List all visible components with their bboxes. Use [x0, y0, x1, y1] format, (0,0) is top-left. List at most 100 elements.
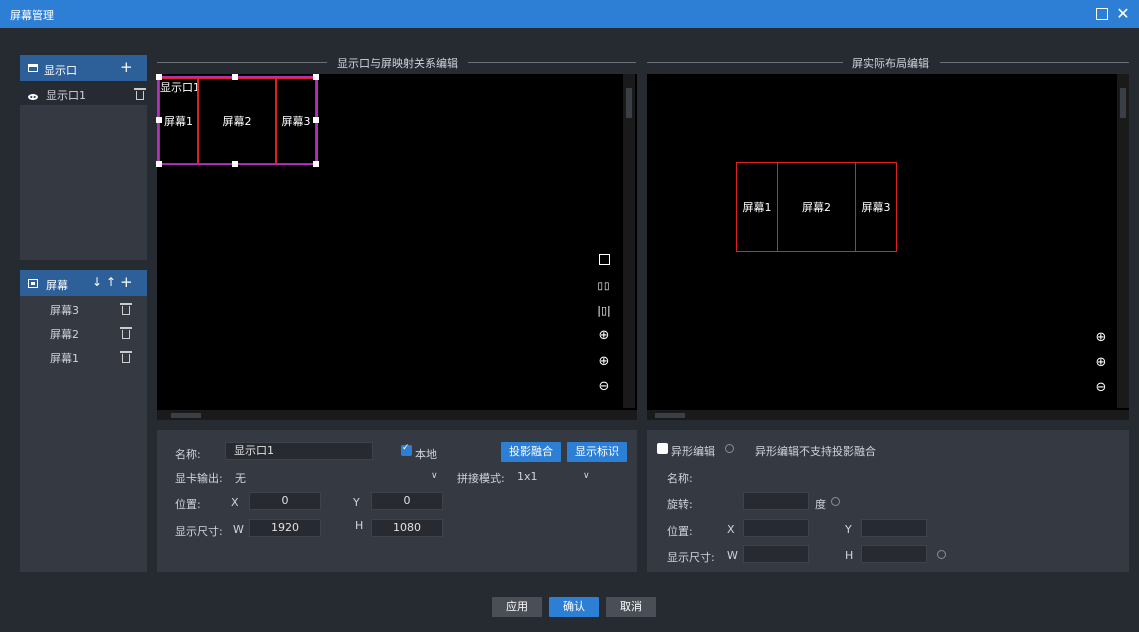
screen-icon [28, 279, 38, 288]
maximize-icon[interactable] [1092, 4, 1112, 24]
width-input[interactable] [743, 545, 809, 563]
x-input[interactable] [743, 519, 809, 537]
divider [647, 62, 843, 63]
display-window-header-label: 显示口 [44, 64, 77, 77]
x-input[interactable]: 0 [249, 492, 321, 510]
center-target-icon[interactable]: ⊕ [596, 328, 612, 344]
y-input[interactable] [861, 519, 927, 537]
resize-handle[interactable] [232, 161, 238, 167]
resize-handle[interactable] [313, 161, 319, 167]
resize-handle[interactable] [232, 74, 238, 80]
rotate-input[interactable] [743, 492, 809, 510]
cancel-button[interactable]: 取消 [606, 597, 656, 617]
two-split-icon[interactable]: ▯▯ [596, 279, 612, 295]
single-window-icon[interactable] [596, 254, 612, 270]
degree-label: 度 [815, 498, 826, 511]
chevron-down-icon[interactable]: ∨ [431, 471, 438, 481]
gpu-output-select[interactable]: 无 [235, 470, 246, 486]
screen-item-label: 屏幕2 [50, 328, 79, 341]
layout-canvas[interactable]: 屏幕1 屏幕2 屏幕3 ⊕ ⊕ ⊖ [647, 74, 1129, 420]
splice-mode-label: 拼接模式: [457, 472, 505, 485]
refresh-icon[interactable] [831, 497, 840, 506]
width-input[interactable]: 1920 [249, 519, 321, 537]
move-up-icon[interactable]: ↑ [106, 275, 116, 289]
add-screen-icon[interactable]: + [120, 273, 133, 291]
size-label: 显示尺寸: [175, 525, 223, 538]
trash-icon[interactable] [120, 303, 132, 315]
screen-label: 屏幕2 [802, 201, 831, 214]
w-label: W [727, 549, 738, 562]
screen-label: 屏幕2 [222, 115, 252, 128]
center-target-icon[interactable]: ⊕ [1093, 330, 1109, 346]
y-label: Y [353, 496, 360, 509]
splice-mode-select[interactable]: 1x1 [517, 470, 538, 483]
screen-block[interactable]: 屏幕2 [777, 162, 856, 252]
height-input[interactable]: 1080 [371, 519, 443, 537]
apply-button[interactable]: 应用 [492, 597, 542, 617]
resize-handle[interactable] [313, 74, 319, 80]
screen-block[interactable]: 屏幕1 [159, 78, 198, 164]
trash-icon[interactable] [120, 327, 132, 339]
show-id-button[interactable]: 显示标识 [567, 442, 627, 462]
refresh-icon[interactable] [937, 550, 946, 559]
screen-item-label: 屏幕3 [50, 304, 79, 317]
display-window-header: 显示口 + [20, 55, 147, 81]
w-label: W [233, 523, 244, 536]
y-label: Y [845, 523, 852, 536]
trash-icon[interactable] [133, 88, 146, 100]
confirm-button[interactable]: 确认 [549, 597, 599, 617]
zoom-out-icon[interactable]: ⊖ [1093, 380, 1109, 396]
h-label: H [355, 519, 364, 532]
resize-handle[interactable] [313, 117, 319, 123]
screen-list-header-label: 屏幕 [46, 279, 68, 292]
resize-handle[interactable] [156, 74, 162, 80]
display-window-properties: 名称: 显示口1 本地 投影融合 显示标识 显卡输出: 无 ∨ 拼接模式: 1x… [157, 430, 637, 572]
h-label: H [845, 549, 854, 562]
trash-icon[interactable] [120, 351, 132, 363]
screen-properties: 异形编辑 异形编辑不支持投影融合 名称: 旋转: 度 位置: X Y 显示尺寸:… [647, 430, 1129, 572]
screen-label: 屏幕1 [742, 201, 772, 214]
screen-item[interactable]: 屏幕3 [20, 296, 147, 320]
screen-label: 屏幕1 [164, 115, 193, 128]
y-input[interactable]: 0 [371, 492, 443, 510]
screen-list-header: 屏幕 ↓ ↑ + [20, 270, 147, 296]
zoom-in-icon[interactable]: ⊕ [1093, 355, 1109, 371]
screen-item[interactable]: 屏幕1 [20, 344, 147, 368]
three-split-icon[interactable]: |▯| [596, 303, 612, 319]
shaped-edit-checkbox[interactable] [657, 443, 668, 454]
size-label: 显示尺寸: [667, 551, 715, 564]
close-icon[interactable]: ✕ [1113, 4, 1133, 24]
horizontal-scrollbar[interactable] [157, 410, 637, 420]
screen-block[interactable]: 屏幕3 [855, 162, 897, 252]
projection-blend-button[interactable]: 投影融合 [501, 442, 561, 462]
vertical-scrollbar[interactable] [1117, 74, 1129, 408]
refresh-icon[interactable] [725, 444, 734, 453]
height-input[interactable] [861, 545, 927, 563]
horizontal-scrollbar[interactable] [647, 410, 1129, 420]
display-window-item[interactable]: 显示口1 [20, 81, 147, 105]
screen-block[interactable]: 屏幕3 [276, 78, 316, 164]
name-label: 名称: [175, 448, 201, 461]
divider [157, 62, 327, 63]
zoom-out-icon[interactable]: ⊖ [596, 379, 612, 395]
screen-item[interactable]: 屏幕2 [20, 320, 147, 344]
display-window-item-label: 显示口1 [46, 89, 86, 102]
screen-block[interactable]: 屏幕1 [736, 162, 778, 252]
resize-handle[interactable] [156, 161, 162, 167]
screen-label: 屏幕3 [861, 201, 891, 214]
move-down-icon[interactable]: ↓ [92, 275, 102, 289]
mapping-canvas[interactable]: 显示口1 屏幕1 屏幕2 屏幕3 ▯▯ |▯| ⊕ ⊕ ⊖ [156, 74, 637, 420]
local-label: 本地 [415, 448, 437, 461]
eye-icon[interactable] [28, 94, 38, 100]
name-label: 名称: [667, 472, 693, 485]
name-input[interactable]: 显示口1 [225, 442, 373, 460]
x-label: X [727, 523, 735, 536]
screen-block[interactable]: 屏幕2 [198, 78, 276, 164]
local-checkbox[interactable] [401, 443, 412, 456]
zoom-in-icon[interactable]: ⊕ [596, 354, 612, 370]
chevron-down-icon[interactable]: ∨ [583, 471, 590, 481]
vertical-scrollbar[interactable] [623, 74, 635, 408]
add-window-icon[interactable]: + [120, 58, 133, 76]
window-title: 屏幕管理 [10, 9, 54, 22]
resize-handle[interactable] [156, 117, 162, 123]
